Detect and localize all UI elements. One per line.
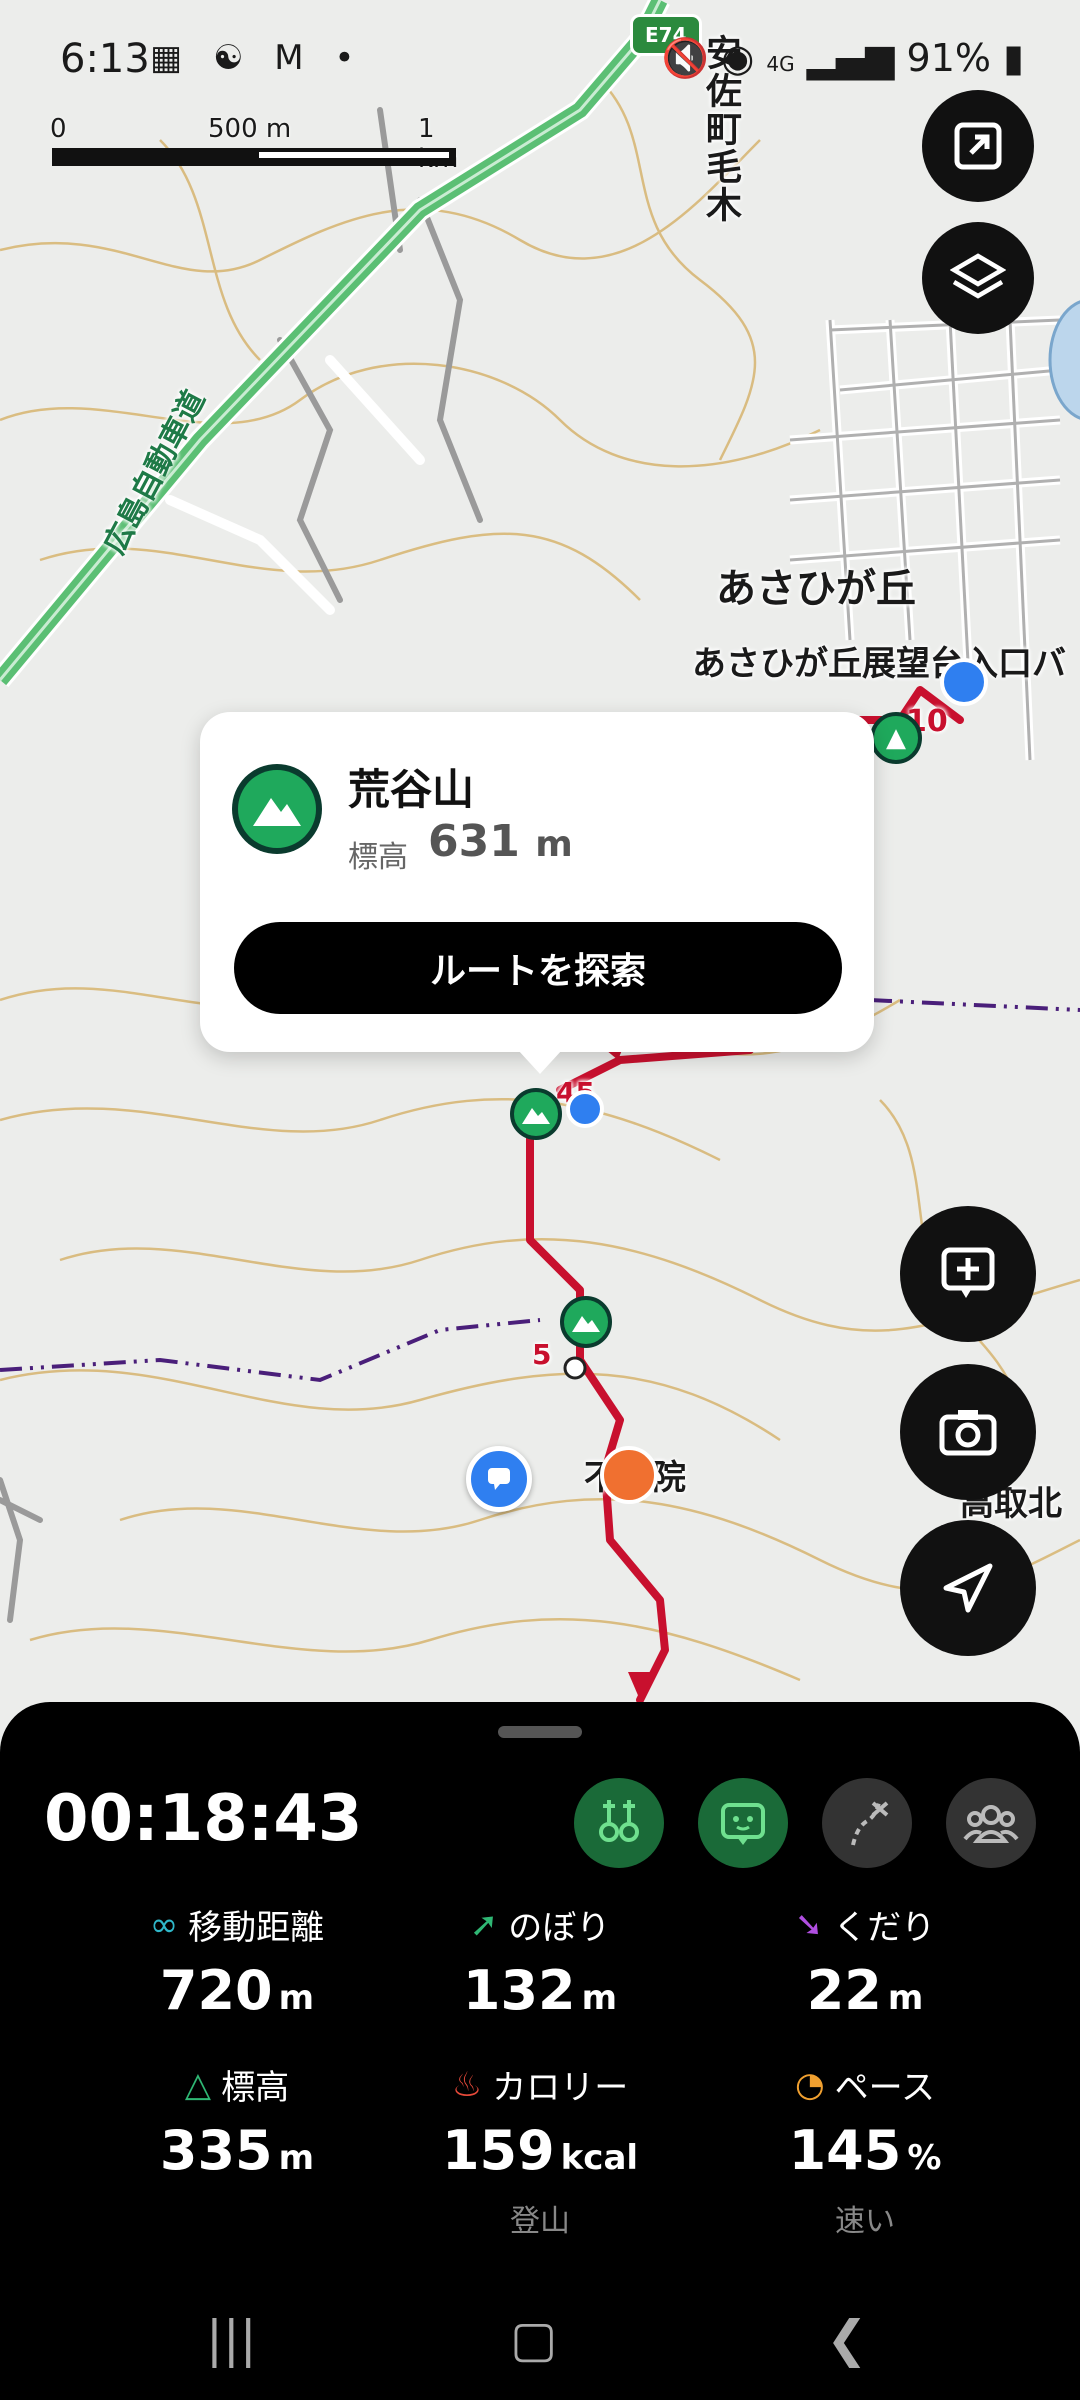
camera-icon [939,1410,997,1456]
layers-button[interactable] [922,222,1034,334]
route-icon [851,1801,889,1846]
district-label: あさひが丘 [716,566,916,612]
status-right: 🔇 ◉ 4G ▂▄▆ 91% ▮ [662,36,1024,81]
dot-icon: • [334,38,365,78]
add-note-button[interactable] [900,1206,1036,1342]
peak-pin-icon[interactable] [510,1088,562,1140]
scale-bar: 0 500 m 1 km [50,112,460,174]
route-arrow-icon [628,1672,656,1700]
notification-icons: ▦ ☯ M • [150,38,364,78]
stat-distance: ∞ 移動距離 720 m [149,1904,325,2023]
stat-calories: ♨ カロリー 159 kcal 登山 [375,2060,705,2240]
distance-icon: ∞ [149,1904,179,1945]
scale-zero: 0 [50,114,67,144]
stat-descent: ➘ くだり 22 m [794,1904,936,2023]
drag-handle[interactable] [498,1726,582,1738]
layers-icon [950,253,1006,299]
camera-button[interactable] [900,1364,1036,1500]
peak-pin-icon[interactable] [560,1296,612,1348]
signal-icon: ▂▄▆ [806,36,895,80]
flame-icon: ♨ [451,2064,483,2105]
mountain-icon: △ [184,2064,212,2105]
hiker-pin-icon[interactable]: ▲ [870,712,922,764]
route-off-button[interactable] [822,1778,912,1868]
accessibility-icon: ☯ [212,38,254,78]
elapsed-timer: 00:18:43 [44,1782,363,1856]
group-icon [963,1805,1019,1843]
my-location-button[interactable] [900,1520,1036,1656]
network-type: 4G [766,52,795,76]
elevation-label: 標高 [348,840,408,875]
speedometer-icon: ◔ [795,2064,825,2105]
calendar-icon: ▦ [150,38,193,78]
add-comment-icon [941,1247,995,1298]
system-nav-bar: ||| ▢ ❮ [0,2290,1080,2400]
home-icon[interactable]: ▢ [510,2310,557,2368]
fullscreen-button[interactable] [922,90,1034,202]
scale-mid: 500 m [208,114,292,144]
search-route-button[interactable]: ルートを探索 [234,922,842,1014]
location-dot-icon [566,1090,604,1128]
pace-rating: 速い [835,2204,895,2239]
peak-name: 荒谷山 [348,765,475,814]
battery-percent: 91% [906,36,991,80]
mute-icon: 🔇 [661,36,710,80]
bear-icon [721,1803,765,1845]
status-bar: 6:13 ▦ ☯ M • 🔇 ◉ 4G ▂▄▆ 91% ▮ [0,0,1080,120]
comment-pin-icon[interactable] [466,1446,532,1512]
temple-pin-icon[interactable] [600,1446,658,1504]
observatory-label: あさひが丘展望台入口バ [692,644,1066,684]
elevation-value: 631 m [428,816,573,867]
back-icon[interactable]: ❮ [826,2310,868,2368]
stat-pace: ◔ ペース 145% 速い [700,2060,1030,2240]
calorie-activity: 登山 [510,2204,570,2239]
navigation-arrow-icon [943,1563,993,1613]
peak-popup[interactable]: 荒谷山 標高 631 m ルートを探索 [200,712,874,1074]
location-icon: ◉ [721,36,755,80]
stat-ascent: ➚ のぼり 132 m [462,1904,618,2023]
recents-icon[interactable]: ||| [206,2310,257,2368]
group-button[interactable] [946,1778,1036,1868]
trail-mode-button[interactable] [574,1778,664,1868]
status-time: 6:13 [60,36,150,82]
descent-icon: ➘ [794,1904,824,1945]
battery-icon: ▮ [1003,36,1024,80]
hikers-icon [599,1800,639,1842]
stat-elevation: △ 標高 335 m [159,2064,315,2183]
bus-stop-pin-icon[interactable] [940,658,988,706]
bear-alert-button[interactable] [698,1778,788,1868]
ascent-icon: ➚ [469,1904,499,1945]
mountain-badge-icon [232,764,322,854]
gmail-icon: M [274,38,314,78]
collapse-icon [954,122,1002,170]
trail-marker: 5 [532,1338,552,1371]
